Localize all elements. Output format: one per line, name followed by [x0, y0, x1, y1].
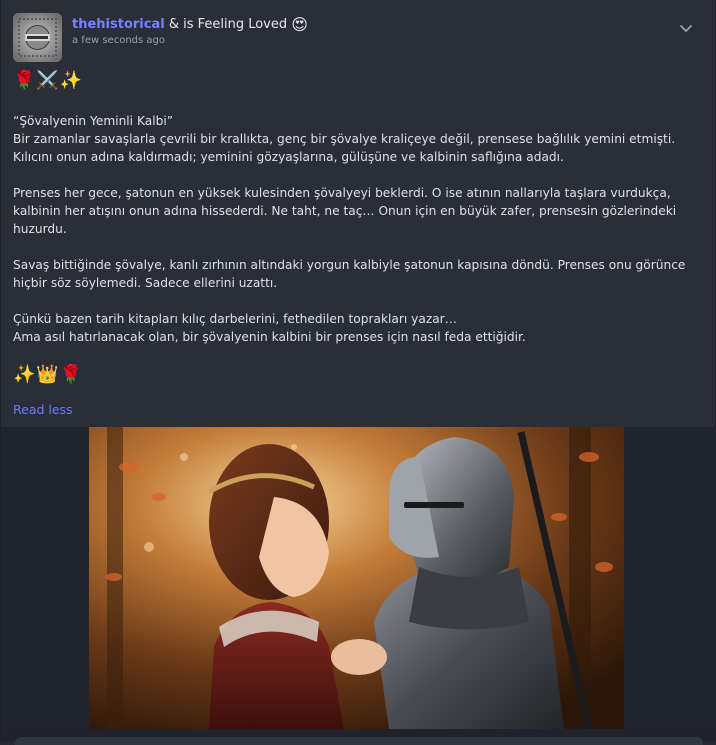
post-header: thehistorical & is Feeling Loved 😍 a few…: [13, 13, 701, 63]
comment-bar: [1, 729, 716, 745]
feeling-emoji: 😍: [291, 15, 308, 34]
read-less-link[interactable]: Read less: [13, 402, 73, 417]
post-author-line: thehistorical & is Feeling Loved 😍: [72, 15, 308, 34]
bottom-emojis: ✨👑🌹: [13, 364, 84, 385]
post-body: 🌹⚔️✨ “Şövalyenin Yeminli Kalbi” Bir zama…: [13, 70, 697, 386]
top-emojis: 🌹⚔️✨: [13, 70, 84, 91]
post-paragraph: Prenses her gece, şatonun en yüksek kule…: [13, 186, 677, 236]
comment-bar-surface: [15, 737, 703, 745]
username-link[interactable]: thehistorical: [72, 17, 165, 32]
post-paragraph: Bir zamanlar savaşlarla çevrili bir kral…: [13, 132, 676, 164]
post-paragraph: Çünkü bazen tarih kitapları kılıç darbel…: [13, 312, 526, 344]
post-card: thehistorical & is Feeling Loved 😍 a few…: [0, 0, 716, 745]
post-title: “Şövalyenin Yeminli Kalbi”: [13, 114, 174, 128]
post-timestamp[interactable]: a few seconds ago: [72, 35, 165, 46]
post-paragraph: Savaş bittiğinde şövalye, kanlı zırhının…: [13, 258, 686, 290]
chevron-down-icon[interactable]: [679, 19, 693, 32]
feeling-text: & is Feeling Loved: [164, 17, 292, 32]
post-media: [1, 427, 716, 729]
avatar-image: [13, 13, 62, 62]
avatar[interactable]: [13, 13, 62, 62]
post-image[interactable]: [89, 427, 624, 729]
